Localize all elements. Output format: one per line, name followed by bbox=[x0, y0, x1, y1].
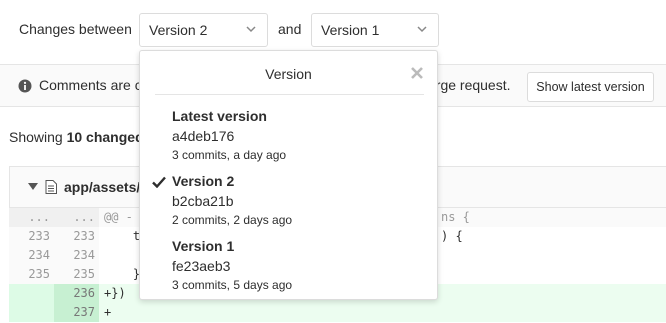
old-line-number[interactable]: 233 bbox=[9, 227, 54, 246]
old-line-number[interactable]: ... bbox=[9, 208, 54, 227]
old-line-number[interactable]: 234 bbox=[9, 246, 54, 265]
changes-between-label: Changes between bbox=[19, 21, 132, 37]
show-latest-version-button[interactable]: Show latest version bbox=[527, 72, 654, 102]
version-name: Version 2 bbox=[172, 173, 235, 189]
version-name: Latest version bbox=[172, 108, 267, 124]
version-meta: 3 commits, a day ago bbox=[172, 148, 287, 162]
version-sha: a4deb176 bbox=[172, 128, 235, 144]
version-name: Version 1 bbox=[172, 238, 235, 254]
dropdown-title: Version bbox=[265, 66, 312, 82]
diff-code: } bbox=[104, 267, 141, 281]
diff-code-right: ) { bbox=[441, 229, 463, 243]
diff-code: +}) bbox=[104, 286, 126, 300]
chevron-down-icon bbox=[246, 26, 256, 33]
info-text-end: erge request. bbox=[428, 77, 511, 93]
and-label: and bbox=[278, 21, 302, 37]
diff-code-right: ns { bbox=[441, 210, 470, 224]
old-line-number[interactable] bbox=[9, 284, 54, 303]
version-dropdown: Version Latest version a4deb176 3 commits,… bbox=[139, 50, 438, 300]
old-line-number[interactable]: 235 bbox=[9, 265, 54, 284]
to-version-value: Version 1 bbox=[321, 22, 380, 38]
dropdown-divider bbox=[155, 94, 424, 95]
new-line-number[interactable]: 233 bbox=[54, 227, 99, 246]
from-version-select[interactable]: Version 2 bbox=[139, 13, 268, 47]
summary-prefix: Showing bbox=[9, 129, 67, 145]
new-line-number[interactable]: ... bbox=[54, 208, 99, 227]
info-text-start: Comments are c bbox=[39, 77, 142, 93]
to-version-select[interactable]: Version 1 bbox=[311, 13, 439, 47]
version-meta: 3 commits, 5 days ago bbox=[172, 278, 293, 292]
version-meta: 2 commits, 2 days ago bbox=[172, 213, 293, 227]
new-line-number[interactable]: 236 bbox=[54, 284, 99, 303]
info-icon bbox=[18, 79, 32, 93]
new-line-number[interactable]: 235 bbox=[54, 265, 99, 284]
close-icon[interactable] bbox=[410, 66, 424, 80]
caret-down-icon[interactable] bbox=[28, 183, 38, 191]
changes-summary: Showing 10 changed bbox=[9, 129, 144, 145]
diff-code: t bbox=[104, 229, 141, 243]
file-path[interactable]: app/assets/ bbox=[64, 179, 140, 195]
diff-line: 237 + bbox=[9, 303, 666, 322]
summary-changed-count: 10 changed bbox=[66, 129, 144, 145]
new-line-number[interactable]: 237 bbox=[54, 303, 99, 322]
version-option[interactable]: Latest version a4deb176 3 commits, a day a… bbox=[140, 108, 437, 166]
chevron-down-icon bbox=[417, 26, 427, 33]
new-line-number[interactable]: 234 bbox=[54, 246, 99, 265]
file-icon bbox=[45, 180, 57, 194]
checkmark-icon bbox=[152, 176, 166, 188]
version-option[interactable]: Version 2 b2cba21b 2 commits, 2 days ago bbox=[140, 173, 437, 231]
old-line-number[interactable] bbox=[9, 303, 54, 322]
diff-code: @@ - bbox=[104, 210, 133, 224]
from-version-value: Version 2 bbox=[149, 22, 208, 38]
version-sha: fe23aeb3 bbox=[172, 258, 231, 274]
version-sha: b2cba21b bbox=[172, 193, 234, 209]
diff-code: + bbox=[104, 305, 112, 319]
version-option[interactable]: Version 1 fe23aeb3 3 commits, 5 days ago bbox=[140, 238, 437, 296]
